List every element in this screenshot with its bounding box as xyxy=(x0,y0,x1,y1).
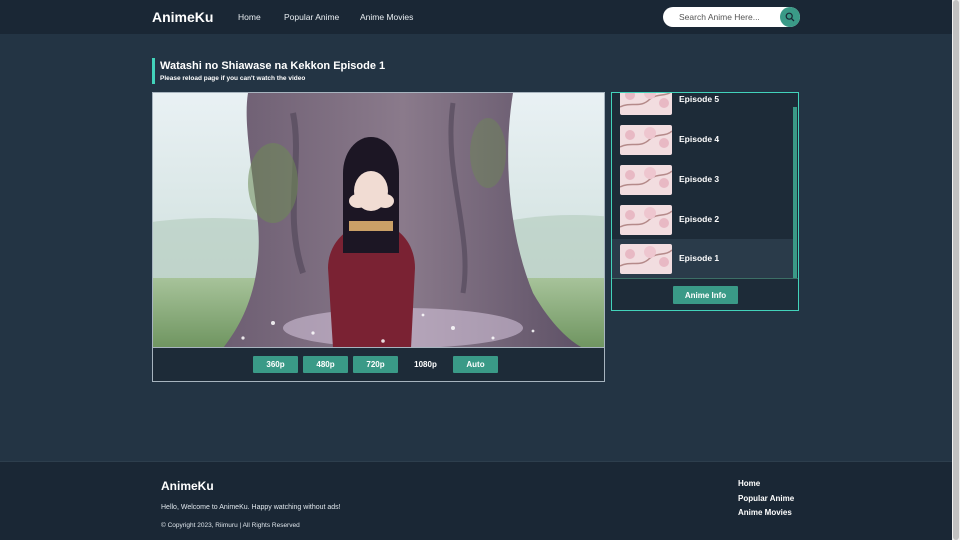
episode-thumbnail xyxy=(620,93,672,115)
episode-list-panel: Episode 5 Episode 4 Episode 3 Episode 2 … xyxy=(611,92,799,311)
episode-thumbnail xyxy=(620,205,672,235)
footer-copyright: © Copyright 2023, Riimuru | All Rights R… xyxy=(161,522,300,529)
nav-home-link[interactable]: Home xyxy=(238,12,261,22)
video-frame[interactable] xyxy=(153,93,604,348)
footer-home-link[interactable]: Home xyxy=(738,477,794,492)
navbar: AnimeKu Home Popular Anime Anime Movies xyxy=(0,0,952,34)
search-button[interactable] xyxy=(780,7,800,27)
episode-label: Episode 4 xyxy=(679,134,720,144)
reload-note: Please reload page if you can't watch th… xyxy=(160,75,306,82)
episode-thumbnail xyxy=(620,125,672,155)
episode-item-5[interactable]: Episode 5 xyxy=(612,93,793,120)
episode-item-3[interactable]: Episode 3 xyxy=(612,160,793,200)
page-scrollbar-thumb[interactable] xyxy=(953,0,959,540)
footer-anime-movies-link[interactable]: Anime Movies xyxy=(738,506,794,521)
brand-logo[interactable]: AnimeKu xyxy=(152,9,213,25)
episode-item-1[interactable]: Episode 1 xyxy=(612,239,793,278)
footer-links: Home Popular Anime Anime Movies xyxy=(738,477,794,521)
episode-label: Episode 1 xyxy=(679,253,720,263)
quality-auto-button[interactable]: Auto xyxy=(453,356,498,373)
quality-720p-button[interactable]: 720p xyxy=(353,356,398,373)
search-icon xyxy=(785,12,795,22)
episode-label: Episode 2 xyxy=(679,214,720,224)
nav-popular-anime-link[interactable]: Popular Anime xyxy=(284,12,339,22)
footer-brand: AnimeKu xyxy=(161,479,214,493)
page-scrollbar[interactable] xyxy=(952,0,960,540)
episode-label: Episode 5 xyxy=(679,94,720,104)
episode-thumbnail xyxy=(620,165,672,195)
episode-title-block: Watashi no Shiawase na Kekkon Episode 1 … xyxy=(152,58,385,84)
quality-360p-button[interactable]: 360p xyxy=(253,356,298,373)
episode-item-2[interactable]: Episode 2 xyxy=(612,200,793,240)
episode-item-4[interactable]: Episode 4 xyxy=(612,120,793,160)
footer-popular-anime-link[interactable]: Popular Anime xyxy=(738,492,794,507)
nav-anime-movies-link[interactable]: Anime Movies xyxy=(360,12,413,22)
video-still-image xyxy=(153,93,604,347)
episode-label: Episode 3 xyxy=(679,174,720,184)
episode-thumbnail xyxy=(620,244,672,274)
quality-480p-button[interactable]: 480p xyxy=(303,356,348,373)
footer: AnimeKu Hello, Welcome to AnimeKu. Happy… xyxy=(0,461,952,540)
episode-list[interactable]: Episode 5 Episode 4 Episode 3 Episode 2 … xyxy=(612,93,798,279)
anime-info-button[interactable]: Anime Info xyxy=(673,286,738,304)
video-player: 360p 480p 720p 1080p Auto xyxy=(152,92,605,382)
episode-title: Watashi no Shiawase na Kekkon Episode 1 xyxy=(160,60,386,72)
episode-list-scrollbar[interactable] xyxy=(793,107,797,278)
search-input[interactable] xyxy=(673,10,778,24)
quality-1080p-button[interactable]: 1080p xyxy=(403,356,448,373)
footer-welcome-text: Hello, Welcome to AnimeKu. Happy watchin… xyxy=(161,504,341,511)
search-box xyxy=(663,7,800,27)
quality-selector: 360p 480p 720p 1080p Auto xyxy=(253,356,503,374)
